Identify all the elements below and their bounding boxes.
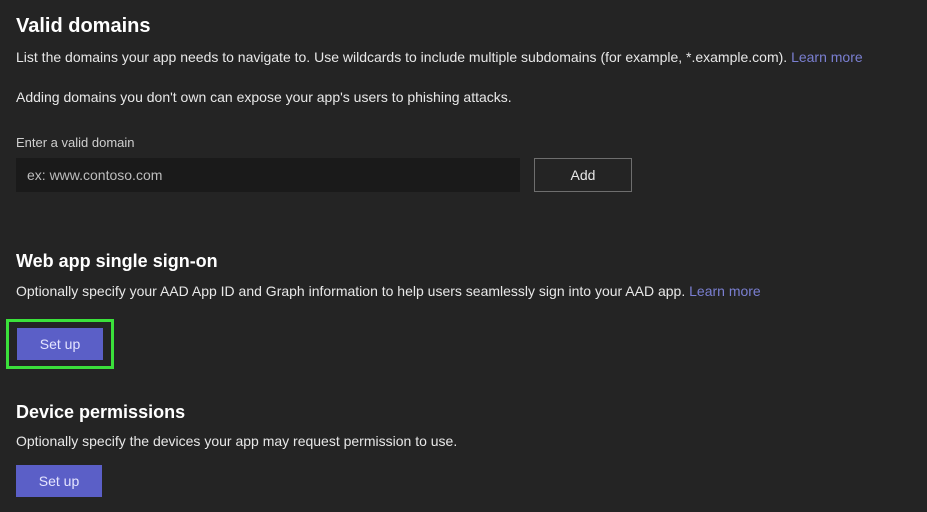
domain-input-label: Enter a valid domain	[16, 134, 911, 153]
valid-domains-title: Valid domains	[16, 12, 911, 41]
sso-section: Web app single sign-on Optionally specif…	[16, 248, 911, 368]
device-permissions-title: Device permissions	[16, 399, 911, 425]
sso-learn-more-link[interactable]: Learn more	[689, 283, 761, 299]
valid-domains-description: List the domains your app needs to navig…	[16, 47, 911, 67]
sso-setup-button[interactable]: Set up	[17, 328, 103, 360]
valid-domains-desc-text: List the domains your app needs to navig…	[16, 49, 791, 65]
domain-input[interactable]	[16, 158, 520, 192]
valid-domains-learn-more-link[interactable]: Learn more	[791, 49, 863, 65]
valid-domains-warning: Adding domains you don't own can expose …	[16, 87, 911, 107]
device-setup-button[interactable]: Set up	[16, 465, 102, 497]
add-domain-button[interactable]: Add	[534, 158, 632, 192]
sso-desc-text: Optionally specify your AAD App ID and G…	[16, 283, 689, 299]
device-setup-wrap: Set up	[16, 465, 911, 497]
sso-description: Optionally specify your AAD App ID and G…	[16, 281, 911, 301]
device-permissions-description: Optionally specify the devices your app …	[16, 431, 911, 451]
domain-input-row: Add	[16, 158, 911, 192]
valid-domains-section: Valid domains List the domains your app …	[16, 12, 911, 192]
device-permissions-section: Device permissions Optionally specify th…	[16, 399, 911, 497]
sso-title: Web app single sign-on	[16, 248, 911, 274]
sso-setup-highlight: Set up	[6, 319, 114, 369]
